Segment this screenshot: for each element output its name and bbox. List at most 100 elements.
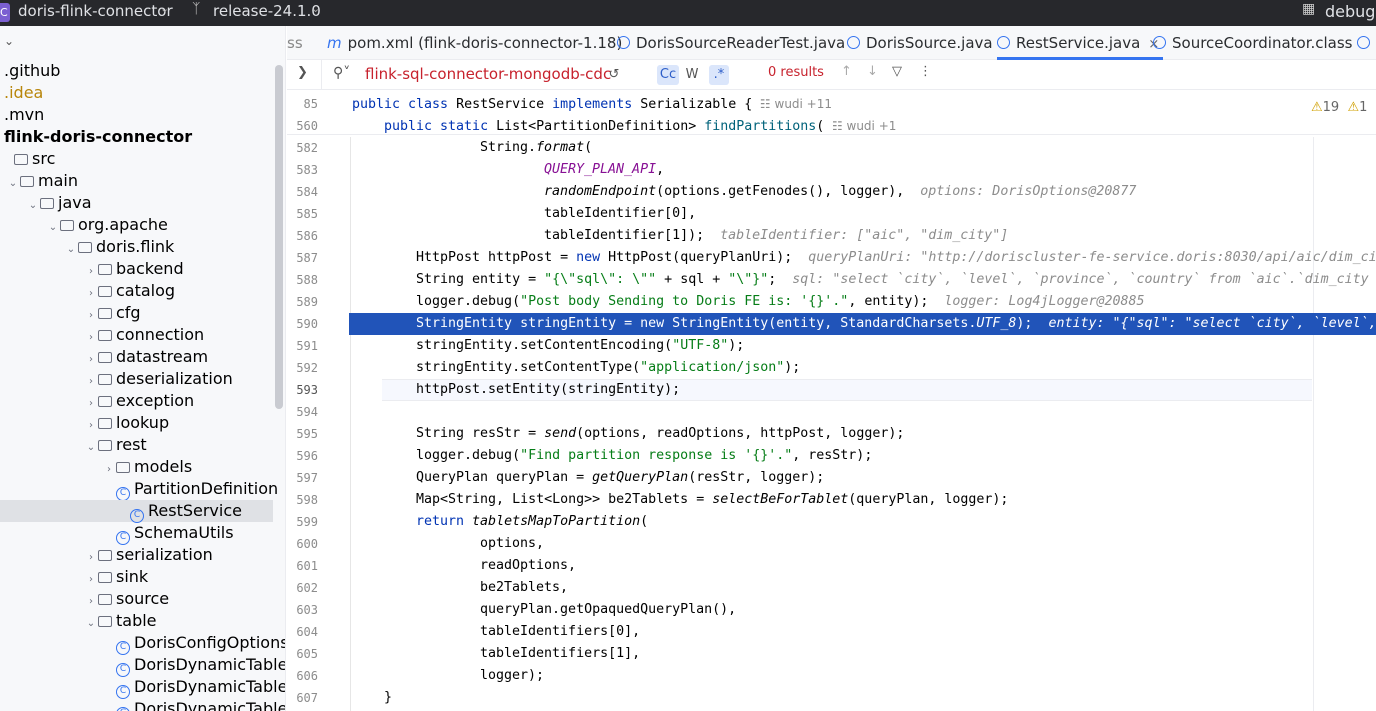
tree-item-org-apache[interactable]: ⌄ org.apache	[46, 214, 168, 236]
author-annotation[interactable]: ☷ wudi +11	[752, 97, 832, 111]
expand-replace-icon[interactable]: ❯	[297, 65, 308, 80]
tree-item-partitiondefinition[interactable]: C PartitionDefinition	[102, 478, 278, 501]
tree-item-main[interactable]: ⌄ main	[6, 170, 78, 192]
tab-dorissourcereadertest-java[interactable]: DorisSourceReaderTest.java	[617, 26, 845, 60]
tab-ss[interactable]: ss	[287, 26, 303, 60]
chevron-down-icon[interactable]: ⌄	[311, 2, 320, 15]
tree-item--github[interactable]: .github	[0, 60, 60, 82]
scrollbar[interactable]	[275, 65, 283, 409]
tree-item--mvn[interactable]: .mvn	[0, 104, 44, 126]
chevron-down-icon[interactable]: ⌄	[64, 239, 78, 261]
code-token: httpPost.setEntity(stringEntity);	[416, 382, 681, 397]
tree-item-schemautils[interactable]: C SchemaUtils	[102, 522, 234, 545]
tree-item-java[interactable]: ⌄ java	[26, 192, 92, 214]
code-token: "application/json"	[640, 360, 785, 375]
tree-item-connection[interactable]: › connection	[84, 324, 204, 346]
tree-item-datastream[interactable]: › datastream	[84, 346, 208, 368]
line-number: 603	[296, 603, 318, 617]
folder-icon	[20, 176, 34, 187]
tree-item--idea[interactable]: .idea	[0, 82, 43, 104]
tab-overflow[interactable]	[1357, 26, 1376, 60]
tree-item-serialization[interactable]: › serialization	[84, 544, 213, 566]
tree-item-src[interactable]: src	[0, 148, 55, 170]
project-badge-icon[interactable]: C	[0, 3, 10, 22]
tree-item-rest[interactable]: ⌄ rest	[84, 434, 147, 456]
line-number: 606	[296, 669, 318, 683]
next-occurrence-icon[interactable]: ↓	[867, 64, 878, 79]
tree-item-dorisdynamictablef[interactable]: C DorisDynamicTableF	[102, 654, 285, 677]
line-number: 605	[296, 647, 318, 661]
tree-item-models[interactable]: › models	[102, 456, 192, 478]
code-token: HttpPost httpPost =	[416, 250, 577, 265]
folder-icon	[98, 440, 112, 451]
tree-item-cfg[interactable]: › cfg	[84, 302, 141, 324]
run-config-icon[interactable]: ▦	[1302, 1, 1315, 17]
folder-icon	[98, 264, 112, 275]
author-annotation[interactable]: ☷ wudi +1	[824, 119, 896, 133]
code-line: 584 randomEndpoint(options.getFenodes(), …	[287, 181, 1376, 203]
line-number: 597	[296, 471, 318, 485]
tree-item-table[interactable]: ⌄ table	[84, 610, 157, 632]
branch-selector[interactable]: release-24.1.0	[213, 2, 321, 20]
tab-sourcecoordinator-class[interactable]: SourceCoordinator.class	[1153, 26, 1353, 60]
tree-item-exception[interactable]: › exception	[84, 390, 194, 412]
tree-item-source[interactable]: › source	[84, 588, 169, 610]
search-input[interactable]: flink-sql-connector-mongodb-cdc	[365, 65, 611, 83]
regex-history-icon[interactable]: ↺	[605, 65, 623, 85]
search-icon[interactable]: ⚲˅	[333, 65, 350, 81]
code-line: 588 String entity = "{\"sql\": \"" + sql …	[287, 269, 1376, 291]
branch-icon[interactable]: ᛉ	[192, 1, 200, 17]
tree-item-label: deserialization	[116, 369, 233, 388]
more-options-icon[interactable]: ⋮	[919, 64, 932, 79]
folder-icon	[98, 418, 112, 429]
line-number: 600	[296, 537, 318, 551]
tab-restservice-java[interactable]: RestService.java ×	[997, 26, 1164, 60]
chevron-down-icon[interactable]: ⌄	[6, 173, 20, 195]
code-line: 583 QUERY_PLAN_API,	[287, 159, 1376, 181]
match-case-toggle[interactable]: Cc	[657, 65, 679, 85]
tree-item-doris-flink[interactable]: ⌄ doris.flink	[64, 236, 175, 261]
chevron-down-icon[interactable]: ⌄	[4, 34, 14, 48]
code-token: queryPlan.getOpaquedQueryPlan(),	[480, 602, 737, 617]
code-editor[interactable]: 85 public class RestService implements Se…	[287, 90, 1376, 711]
chevron-down-icon[interactable]: ⌄	[84, 613, 98, 635]
tab-pom-xml-flink-doris-connector-1-18-[interactable]: m pom.xml (flink-doris-connector-1.18)	[327, 26, 622, 60]
class-icon	[617, 36, 630, 49]
class-icon: C	[116, 531, 130, 545]
tab-dorissource-java[interactable]: DorisSource.java	[847, 26, 993, 60]
code-text: tableIdentifier[1]); tableIdentifier: ["…	[544, 225, 1008, 247]
tree-item-dorisdynamictables[interactable]: C DorisDynamicTableS	[102, 676, 285, 699]
code-line: 600 options,	[287, 533, 1376, 555]
line-number: 594	[296, 405, 318, 419]
tree-item-deserialization[interactable]: › deserialization	[84, 368, 233, 390]
chevron-down-icon[interactable]: ⌄	[46, 217, 60, 239]
run-config-selector[interactable]: debug	[1325, 2, 1375, 21]
filter-icon[interactable]: ▽	[892, 64, 902, 79]
tree-item-dorisconfigoptions[interactable]: C DorisConfigOptions	[102, 632, 286, 655]
inspection-widget[interactable]: ⚠19 ⚠1	[1311, 100, 1367, 115]
tree-item-restservice[interactable]: C RestService	[0, 500, 273, 523]
tree-item-flink-doris-connector[interactable]: flink-doris-connector	[0, 126, 192, 148]
tree-item-backend[interactable]: › backend	[84, 258, 184, 280]
tree-item-dorisdynamictables[interactable]: C DorisDynamicTableS	[102, 698, 285, 711]
folder-icon	[98, 572, 112, 583]
words-toggle[interactable]: W	[683, 65, 701, 85]
code-token: tableIdentifier[0],	[544, 206, 697, 221]
code-line: 594	[287, 401, 1376, 423]
tree-item-label: sink	[116, 567, 149, 586]
chevron-down-icon[interactable]: ⌄	[26, 195, 40, 217]
tree-item-label: serialization	[116, 545, 213, 564]
previous-occurrence-icon[interactable]: ↑	[841, 64, 852, 79]
code-token: logger.debug(	[416, 448, 521, 463]
class-icon: C	[116, 685, 130, 699]
tree-item-sink[interactable]: › sink	[84, 566, 148, 588]
folder-icon	[98, 396, 112, 407]
chevron-down-icon[interactable]: ⌄	[160, 2, 169, 15]
project-selector[interactable]: doris-flink-connector	[18, 2, 173, 20]
chevron-down-icon[interactable]: ⌄	[84, 437, 98, 459]
tab-label: ss	[287, 34, 303, 52]
tree-item-lookup[interactable]: › lookup	[84, 412, 169, 434]
tree-item-label: DorisConfigOptions	[134, 633, 286, 652]
tree-item-catalog[interactable]: › catalog	[84, 280, 175, 302]
regex-toggle[interactable]: .*	[709, 65, 729, 85]
